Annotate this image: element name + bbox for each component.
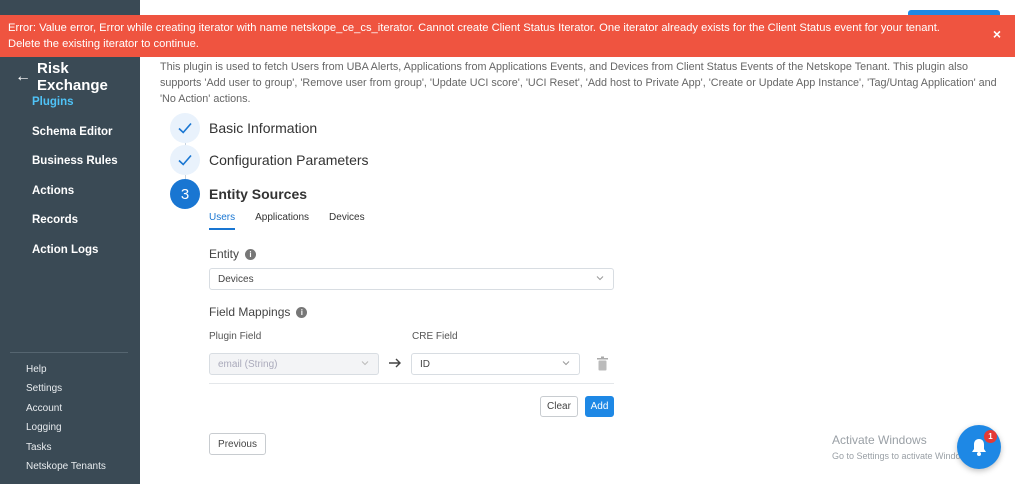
chevron-down-icon (361, 361, 369, 366)
step-complete-circle (170, 145, 200, 175)
cre-field-label: CRE Field (412, 331, 458, 342)
step-number-circle: 3 (170, 179, 200, 209)
step-title: Basic Information (209, 120, 318, 136)
sidebar-title-label: Risk Exchange (37, 60, 108, 94)
sidebar-divider (10, 352, 128, 353)
watermark-title: Activate Windows (832, 433, 927, 447)
plugin-field-label: Plugin Field (209, 331, 262, 342)
sidebar-item-action-logs[interactable]: Action Logs (32, 242, 118, 272)
checkmark-icon (178, 122, 192, 134)
arrow-right-icon (389, 358, 401, 368)
sidebar-item-schema-editor[interactable]: Schema Editor (32, 124, 118, 154)
add-button[interactable]: Add (585, 396, 614, 417)
step-title: Entity Sources (209, 186, 308, 202)
sidebar-item-logging[interactable]: Logging (26, 422, 106, 441)
step-complete-circle (170, 113, 200, 143)
sidebar-item-business-rules[interactable]: Business Rules (32, 153, 118, 183)
tab-devices[interactable]: Devices (329, 212, 365, 230)
clear-button[interactable]: Clear (540, 396, 578, 417)
sidebar-title[interactable]: ← Risk Exchange (15, 60, 140, 94)
notifications-button[interactable]: 1 (957, 425, 1001, 469)
sidebar-item-actions[interactable]: Actions (32, 183, 118, 213)
tab-applications[interactable]: Applications (255, 212, 309, 230)
sidebar-item-plugins[interactable]: Plugins (32, 94, 118, 124)
step-basic-information[interactable]: Basic Information (170, 113, 317, 143)
notification-count-badge: 1 (984, 430, 997, 443)
plugin-field-select: email (String) (209, 353, 379, 375)
cre-field-select[interactable]: ID (411, 353, 580, 375)
error-message: Error: Value error, Error while creating… (8, 22, 940, 50)
sidebar-item-settings[interactable]: Settings (26, 383, 106, 402)
info-icon[interactable]: i (296, 306, 308, 318)
entity-select[interactable]: Devices (209, 268, 614, 290)
close-icon[interactable]: × (993, 26, 1001, 42)
info-icon[interactable]: i (245, 248, 257, 260)
watermark-subtitle: Go to Settings to activate Windows. (832, 451, 975, 461)
plugin-description: This plugin is used to fetch Users from … (160, 61, 997, 105)
mapping-divider (209, 383, 614, 384)
entity-select-value: Devices (218, 273, 254, 285)
sidebar-nav: Plugins Schema Editor Business Rules Act… (32, 94, 118, 271)
sidebar-item-netskope-tenants[interactable]: Netskope Tenants (26, 461, 106, 480)
sidebar-item-account[interactable]: Account (26, 403, 106, 422)
checkmark-icon (178, 154, 192, 166)
step-entity-sources[interactable]: 3 Entity Sources (170, 179, 307, 209)
step-title: Configuration Parameters (209, 152, 369, 168)
chevron-down-icon (562, 361, 570, 366)
field-mappings-label-text: Field Mappings (209, 305, 291, 319)
field-mappings-label: Field Mappings i (209, 305, 308, 319)
tab-users[interactable]: Users (209, 212, 236, 230)
sidebar-item-help[interactable]: Help (26, 364, 106, 383)
sidebar-item-records[interactable]: Records (32, 212, 118, 242)
previous-button[interactable]: Previous (209, 433, 266, 455)
sidebar: ← Risk Exchange Plugins Schema Editor Bu… (0, 0, 140, 484)
trash-icon[interactable] (596, 356, 609, 371)
entity-tabs: Users Applications Devices (209, 212, 385, 230)
entity-label: Entity i (209, 247, 257, 261)
sidebar-item-tasks[interactable]: Tasks (26, 442, 106, 461)
sidebar-bottom-nav: Help Settings Account Logging Tasks Nets… (26, 364, 106, 480)
chevron-down-icon (596, 276, 604, 281)
error-banner: Error: Value error, Error while creating… (0, 15, 1015, 57)
activate-windows-watermark: Activate Windows Go to Settings to activ… (832, 433, 974, 461)
step-configuration-parameters[interactable]: Configuration Parameters (170, 145, 369, 175)
plugin-field-value: email (String) (218, 358, 278, 370)
entity-label-text: Entity (209, 247, 240, 261)
cre-field-value: ID (420, 358, 430, 370)
back-arrow-icon[interactable]: ← (15, 68, 31, 86)
